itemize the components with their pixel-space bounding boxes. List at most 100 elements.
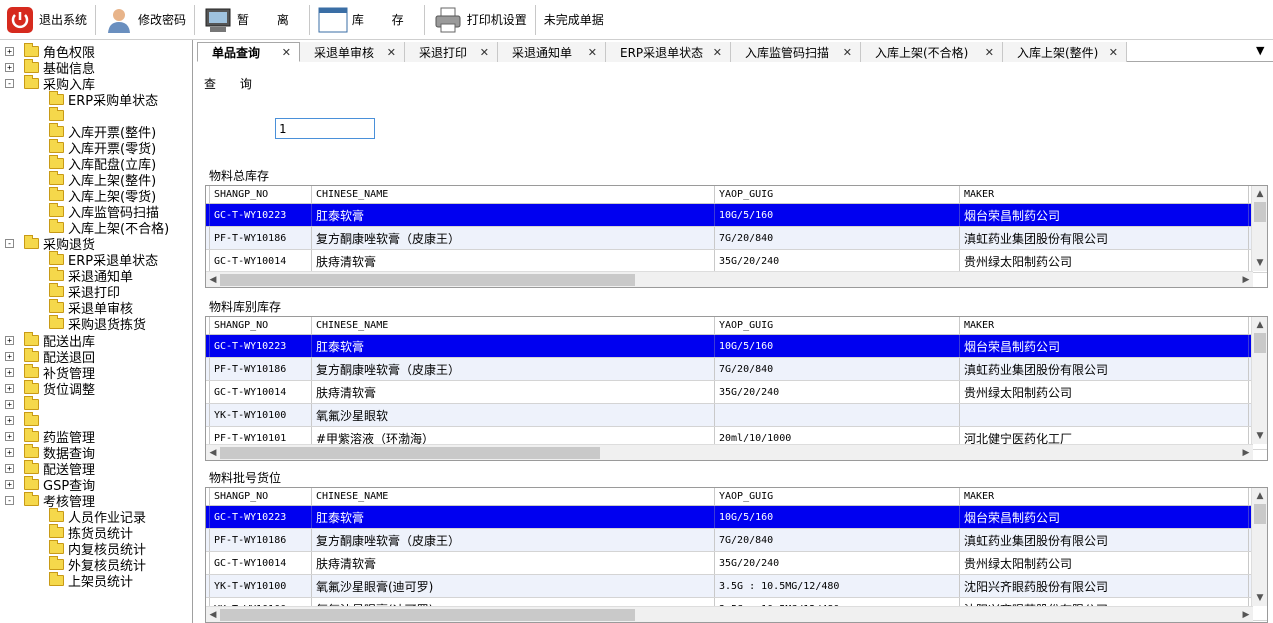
- column-header[interactable]: YAOP_GUIG: [715, 488, 960, 505]
- change-password-label: 修改密码: [138, 13, 187, 27]
- scroll-up-icon[interactable]: ▲: [1252, 317, 1267, 333]
- change-password-button[interactable]: 修改密码: [99, 2, 191, 38]
- column-header[interactable]: SHANGP_NO: [210, 317, 312, 334]
- scroll-thumb[interactable]: [1254, 333, 1266, 353]
- expand-icon[interactable]: +: [5, 399, 14, 409]
- table-row[interactable]: PF-T-WY10186 复方酮康唑软膏（皮康王） 7G/20/840 滇虹药业集团股…: [206, 227, 1267, 250]
- tree-item[interactable]: +: [5, 395, 43, 412]
- table-row[interactable]: GC-T-WY10014 肤痔清软膏 35G/20/240 贵州绿太阳制药公司: [206, 250, 1267, 273]
- scroll-thumb[interactable]: [220, 446, 600, 459]
- column-header[interactable]: CHINESE_NAME: [312, 317, 715, 334]
- scroll-left-icon[interactable]: ◀: [206, 448, 220, 458]
- tree-item[interactable]: ERP采购单状态: [49, 90, 158, 109]
- column-header[interactable]: MAKER: [960, 317, 1249, 334]
- column-header[interactable]: MAKER: [960, 186, 1249, 203]
- scroll-down-icon[interactable]: ▼: [1252, 255, 1267, 271]
- scroll-up-icon[interactable]: ▲: [1252, 488, 1267, 504]
- scroll-thumb[interactable]: [220, 608, 635, 621]
- close-tab-icon[interactable]: ✕: [843, 46, 852, 59]
- scroll-up-icon[interactable]: ▲: [1252, 186, 1267, 202]
- table-row[interactable]: GC-T-WY10014 肤痔清软膏 35G/20/240 贵州绿太阳制药公司: [206, 381, 1267, 404]
- table-cell: 肤痔清软膏: [312, 381, 715, 403]
- vertical-scrollbar[interactable]: ▲ ▼: [1251, 488, 1267, 606]
- scroll-thumb[interactable]: [1254, 202, 1266, 222]
- product-code-input[interactable]: [275, 118, 375, 139]
- scroll-right-icon[interactable]: ▶: [1239, 275, 1253, 285]
- scroll-thumb[interactable]: [1254, 504, 1266, 524]
- scroll-left-icon[interactable]: ◀: [206, 275, 220, 285]
- horizontal-scrollbar[interactable]: ◀ ▶: [206, 444, 1253, 460]
- tree-item[interactable]: 上架员统计: [49, 571, 134, 590]
- expand-icon[interactable]: +: [5, 335, 14, 345]
- printer-settings-button[interactable]: 打印机设置: [428, 2, 532, 38]
- table-row[interactable]: YK-T-WY10100 氧氟沙星眼软: [206, 404, 1267, 427]
- close-tab-icon[interactable]: ✕: [282, 46, 291, 59]
- expand-icon[interactable]: +: [5, 431, 14, 441]
- horizontal-scrollbar[interactable]: ◀ ▶: [206, 606, 1253, 622]
- tree-item[interactable]: +: [5, 411, 43, 428]
- tab-item[interactable]: ERP采退单状态 ✕: [606, 42, 731, 62]
- tab-item[interactable]: 单品查询 ✕: [197, 42, 300, 62]
- scroll-down-icon[interactable]: ▼: [1252, 428, 1267, 444]
- expand-icon[interactable]: +: [5, 367, 14, 377]
- tree-item-label: 上架员统计: [68, 574, 134, 590]
- tab-item[interactable]: 入库上架(不合格) ✕: [861, 42, 1003, 62]
- table-cell: 烟台荣昌制药公司: [960, 506, 1249, 528]
- scroll-right-icon[interactable]: ▶: [1239, 610, 1253, 620]
- tree-item[interactable]: 采购退货拣货: [49, 314, 146, 333]
- collapse-icon[interactable]: -: [5, 238, 14, 248]
- scroll-thumb[interactable]: [220, 273, 635, 286]
- close-tab-icon[interactable]: ✕: [1109, 46, 1118, 59]
- logout-button[interactable]: 退出系统: [0, 2, 92, 38]
- column-header[interactable]: CHINESE_NAME: [312, 186, 715, 203]
- close-tab-icon[interactable]: ✕: [588, 46, 597, 59]
- tree-item[interactable]: [49, 106, 68, 123]
- inventory-label: 库 存: [351, 13, 416, 27]
- temp-leave-button[interactable]: 暂 离: [198, 2, 306, 38]
- column-header[interactable]: CHINESE_NAME: [312, 488, 715, 505]
- scroll-down-icon[interactable]: ▼: [1252, 590, 1267, 606]
- expand-icon[interactable]: +: [5, 46, 14, 56]
- table-row[interactable]: GC-T-WY10014 肤痔清软膏 35G/20/240 贵州绿太阳制药公司: [206, 552, 1267, 575]
- expand-icon[interactable]: +: [5, 62, 14, 72]
- close-tab-icon[interactable]: ✕: [387, 46, 396, 59]
- folder-icon: [24, 443, 39, 458]
- column-header[interactable]: SHANGP_NO: [210, 186, 312, 203]
- column-header[interactable]: SHANGP_NO: [210, 488, 312, 505]
- close-tab-icon[interactable]: ✕: [985, 46, 994, 59]
- vertical-scrollbar[interactable]: ▲ ▼: [1251, 317, 1267, 444]
- tab-item[interactable]: 采退打印 ✕: [405, 42, 498, 62]
- table-row[interactable]: PF-T-WY10186 复方酮康唑软膏（皮康王） 7G/20/840 滇虹药业集团股…: [206, 529, 1267, 552]
- table-row[interactable]: GC-T-WY10223 肛泰软膏 10G/5/160 烟台荣昌制药公司: [206, 335, 1267, 358]
- table-row[interactable]: PF-T-WY10186 复方酮康唑软膏（皮康王） 7G/20/840 滇虹药业集团股…: [206, 358, 1267, 381]
- tree-item[interactable]: + 货位调整: [5, 379, 95, 398]
- close-tab-icon[interactable]: ✕: [713, 46, 722, 59]
- expand-icon[interactable]: +: [5, 447, 14, 457]
- scroll-right-icon[interactable]: ▶: [1239, 448, 1253, 458]
- table-row[interactable]: GC-T-WY10223 肛泰软膏 10G/5/160 烟台荣昌制药公司: [206, 204, 1267, 227]
- scroll-left-icon[interactable]: ◀: [206, 610, 220, 620]
- column-header[interactable]: MAKER: [960, 488, 1249, 505]
- vertical-scrollbar[interactable]: ▲ ▼: [1251, 186, 1267, 271]
- incomplete-orders-button[interactable]: 未完成单据: [539, 2, 609, 38]
- tab-item[interactable]: 采退通知单 ✕: [498, 42, 606, 62]
- tab-item[interactable]: 入库监管码扫描 ✕: [731, 42, 861, 62]
- query-button[interactable]: 查 询: [204, 75, 262, 92]
- inventory-button[interactable]: 库 存: [313, 2, 421, 38]
- collapse-icon[interactable]: -: [5, 78, 14, 88]
- collapse-icon[interactable]: -: [5, 495, 14, 505]
- expand-icon[interactable]: +: [5, 415, 14, 425]
- column-header[interactable]: YAOP_GUIG: [715, 317, 960, 334]
- expand-icon[interactable]: +: [5, 351, 14, 361]
- table-row[interactable]: GC-T-WY10223 肛泰软膏 10G/5/160 烟台荣昌制药公司: [206, 506, 1267, 529]
- tab-list-dropdown-icon[interactable]: ▼: [1256, 44, 1267, 57]
- table-row[interactable]: YK-T-WY10100氧氟沙星眼膏(迪可罗)3.5G : 10.5MG/12/…: [206, 575, 1267, 598]
- tab-item[interactable]: 入库上架(整件) ✕: [1003, 42, 1127, 62]
- expand-icon[interactable]: +: [5, 463, 14, 473]
- expand-icon[interactable]: +: [5, 383, 14, 393]
- horizontal-scrollbar[interactable]: ◀ ▶: [206, 271, 1253, 287]
- expand-icon[interactable]: +: [5, 479, 14, 489]
- close-tab-icon[interactable]: ✕: [480, 46, 489, 59]
- tab-item[interactable]: 采退单审核 ✕: [300, 42, 405, 62]
- column-header[interactable]: YAOP_GUIG: [715, 186, 960, 203]
